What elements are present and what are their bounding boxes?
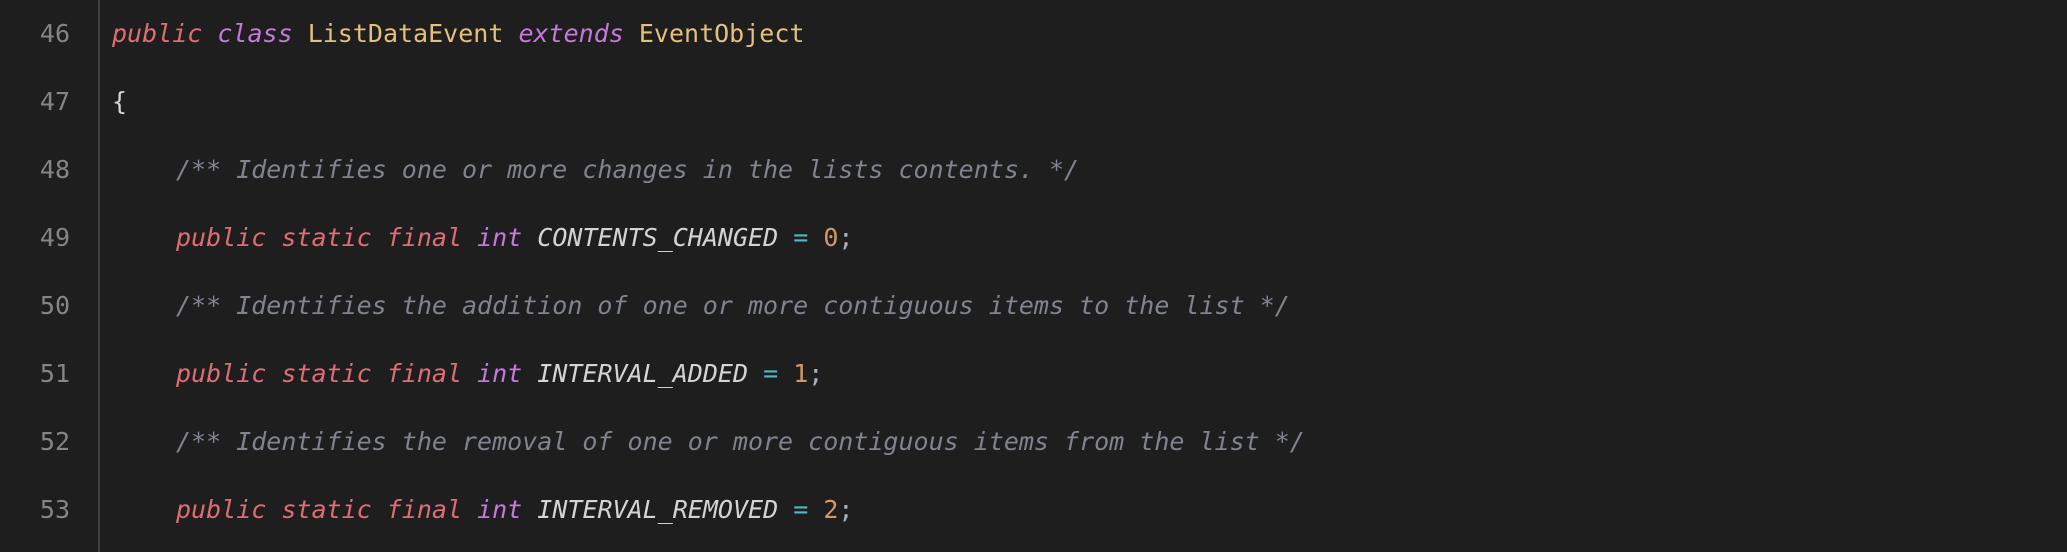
line-number: 52 xyxy=(0,408,70,476)
constant-name: INTERVAL_REMOVED xyxy=(537,476,778,544)
number-literal: 2 xyxy=(823,476,838,544)
keyword-public: public xyxy=(176,340,266,408)
number-literal: 0 xyxy=(823,204,838,272)
code-line-47[interactable]: { xyxy=(112,68,2067,136)
line-number: 47 xyxy=(0,68,70,136)
keyword-final: final xyxy=(387,204,462,272)
assign-operator: = xyxy=(793,204,808,272)
semicolon: ; xyxy=(838,204,853,272)
semicolon: ; xyxy=(838,476,853,544)
line-number: 48 xyxy=(0,136,70,204)
keyword-static: static xyxy=(281,204,371,272)
code-line-52[interactable]: /** Identifies the removal of one or mor… xyxy=(112,408,2067,476)
code-line-48[interactable]: /** Identifies one or more changes in th… xyxy=(112,136,2067,204)
keyword-class: class xyxy=(217,0,292,68)
javadoc-comment: /** Identifies the removal of one or mor… xyxy=(176,408,1305,476)
javadoc-comment: /** Identifies the addition of one or mo… xyxy=(176,272,1290,340)
keyword-extends: extends xyxy=(518,0,623,68)
assign-operator: = xyxy=(763,340,778,408)
code-content[interactable]: public class ListDataEvent extends Event… xyxy=(100,0,2067,552)
open-brace: { xyxy=(112,68,127,136)
number-literal: 1 xyxy=(793,340,808,408)
code-line-53[interactable]: public static final int INTERVAL_REMOVED… xyxy=(112,476,2067,544)
code-line-49[interactable]: public static final int CONTENTS_CHANGED… xyxy=(112,204,2067,272)
constant-name: INTERVAL_ADDED xyxy=(537,340,748,408)
keyword-public: public xyxy=(176,476,266,544)
javadoc-comment: /** Identifies one or more changes in th… xyxy=(176,136,1079,204)
keyword-public: public xyxy=(176,204,266,272)
super-class-name: EventObject xyxy=(639,0,805,68)
line-number: 53 xyxy=(0,476,70,544)
constant-name: CONTENTS_CHANGED xyxy=(537,204,778,272)
code-editor[interactable]: 46 47 48 49 50 51 52 53 public class Lis… xyxy=(0,0,2067,552)
type-int: int xyxy=(477,204,522,272)
type-int: int xyxy=(477,340,522,408)
code-line-50[interactable]: /** Identifies the addition of one or mo… xyxy=(112,272,2067,340)
line-number: 50 xyxy=(0,272,70,340)
keyword-final: final xyxy=(387,340,462,408)
keyword-public: public xyxy=(112,0,202,68)
assign-operator: = xyxy=(793,476,808,544)
type-int: int xyxy=(477,476,522,544)
code-line-46[interactable]: public class ListDataEvent extends Event… xyxy=(112,0,2067,68)
line-number: 46 xyxy=(0,0,70,68)
semicolon: ; xyxy=(808,340,823,408)
keyword-static: static xyxy=(281,476,371,544)
code-line-51[interactable]: public static final int INTERVAL_ADDED =… xyxy=(112,340,2067,408)
keyword-static: static xyxy=(281,340,371,408)
class-name: ListDataEvent xyxy=(308,0,504,68)
line-number-gutter: 46 47 48 49 50 51 52 53 xyxy=(0,0,100,552)
keyword-final: final xyxy=(387,476,462,544)
line-number: 51 xyxy=(0,340,70,408)
line-number: 49 xyxy=(0,204,70,272)
